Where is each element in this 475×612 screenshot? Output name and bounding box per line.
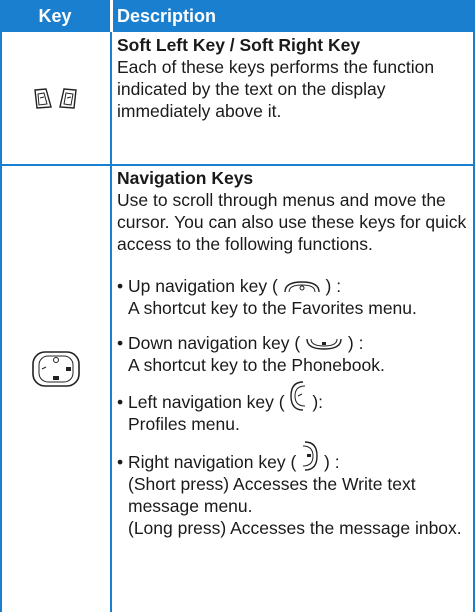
navigation-key-icon (32, 351, 80, 387)
soft-left-key-icon (34, 88, 52, 109)
bullet-text: A shortcut key to the Favorites menu. (128, 298, 417, 318)
header-key: Key (0, 0, 110, 32)
soft-keys-icon (34, 88, 77, 109)
list-item: • Up navigation key ( ) : A shortcut key… (117, 275, 467, 319)
bullet-label: • Up navigation key ( (117, 276, 278, 296)
list-item: • Right navigation key ( ) : (Short pres… (117, 441, 467, 539)
bullet-text: A shortcut key to the Phonebook. (128, 355, 385, 375)
bullet-label: • Down navigation key ( (117, 333, 301, 353)
left-navigation-key-icon (290, 381, 306, 412)
right-navigation-key-icon (303, 441, 318, 472)
bullet-label-end: ) : (347, 333, 364, 353)
row-title: Soft Left Key / Soft Right Key (117, 35, 361, 55)
bullet-text: (Long press) Accesses the message inbox. (128, 518, 462, 538)
row-text: Use to scroll through menus and move the… (117, 190, 467, 254)
bullet-text: (Short press) Accesses the Write text me… (128, 474, 416, 516)
soft-right-key-icon (59, 88, 77, 109)
row-divider (0, 164, 475, 166)
down-navigation-key-icon (306, 339, 342, 351)
bullet-label-end: ): (312, 392, 324, 412)
left-border (0, 32, 2, 612)
up-navigation-key-icon (283, 281, 320, 293)
bullet-label: • Left navigation key ( (117, 392, 285, 412)
list-item: • Down navigation key ( ) : A shortcut k… (117, 332, 467, 376)
bullet-label-end: ) : (324, 452, 340, 472)
bullet-text: Profiles menu. (128, 414, 240, 434)
row-text: Each of these keys performs the function… (117, 57, 435, 121)
row-title: Navigation Keys (117, 168, 254, 188)
header-description: Description (113, 0, 475, 32)
list-item: • Left navigation key ( ): Profiles menu… (117, 381, 467, 435)
column-divider (110, 32, 112, 612)
bullet-label-end: ) : (325, 276, 342, 296)
bullet-label: • Right navigation key ( (117, 452, 297, 472)
table-header: Key Description (0, 0, 475, 32)
